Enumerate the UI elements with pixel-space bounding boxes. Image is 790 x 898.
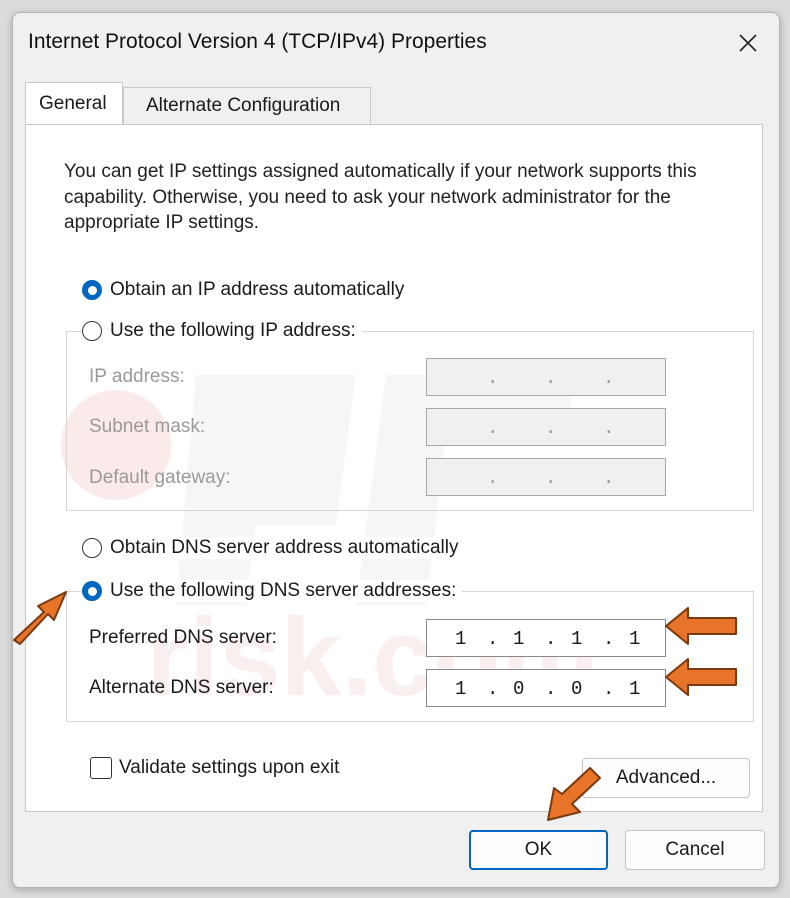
radio-indicator-checked[interactable] [82,280,102,300]
advanced-button[interactable]: Advanced... [582,758,750,798]
close-button[interactable] [727,23,769,63]
obtain-dns-auto-label: Obtain DNS server address automatically [110,537,459,558]
default-gateway-label: Default gateway: [89,467,231,488]
use-following-dns-label: Use the following DNS server addresses: [110,580,457,601]
obtain-dns-auto-radio[interactable]: Obtain DNS server address automatically [82,537,465,559]
validate-settings-checkbox[interactable]: Validate settings upon exit [90,757,339,779]
radio-indicator-checked[interactable] [82,581,102,601]
ip-address-label: IP address: [89,366,185,387]
octet: 0 [571,678,583,700]
use-following-ip-radio[interactable]: Use the following IP address: [82,320,362,342]
octet: 0 [513,678,525,700]
ok-button[interactable]: OK [469,830,608,870]
validate-settings-label: Validate settings upon exit [119,757,340,778]
default-gateway-field[interactable]: ... [426,458,666,496]
ip-address-field[interactable]: ... [426,358,666,396]
tab-alternate-configuration[interactable]: Alternate Configuration [123,87,371,124]
obtain-ip-auto-label: Obtain an IP address automatically [110,279,405,300]
close-icon [739,34,757,52]
general-tab-panel: risk.com You can get IP settings assigne… [25,124,763,812]
octet: 1 [629,628,641,650]
octet: 1 [571,628,583,650]
window-title: Internet Protocol Version 4 (TCP/IPv4) P… [28,30,487,53]
subnet-mask-field[interactable]: ... [426,408,666,446]
obtain-ip-auto-radio[interactable]: Obtain an IP address automatically [82,279,411,301]
radio-indicator[interactable] [82,321,102,341]
tab-general[interactable]: General [25,82,123,124]
alternate-dns-field[interactable]: 1 . 0 . 0 . 1 [426,669,666,707]
use-following-ip-label: Use the following IP address: [110,320,356,341]
octet: 1 [513,628,525,650]
properties-dialog: Internet Protocol Version 4 (TCP/IPv4) P… [12,12,780,888]
preferred-dns-field[interactable]: 1 . 1 . 1 . 1 [426,619,666,657]
subnet-mask-label: Subnet mask: [89,416,206,437]
octet: 1 [629,678,641,700]
intro-text: You can get IP settings assigned automat… [64,161,697,233]
use-following-dns-radio[interactable]: Use the following DNS server addresses: [82,580,463,602]
alternate-dns-label: Alternate DNS server: [89,677,274,698]
radio-indicator[interactable] [82,538,102,558]
checkbox-indicator[interactable] [90,757,112,779]
octet: 1 [455,628,467,650]
preferred-dns-label: Preferred DNS server: [89,627,277,648]
octet: 1 [455,678,467,700]
title-bar: Internet Protocol Version 4 (TCP/IPv4) P… [13,13,779,73]
cancel-button[interactable]: Cancel [625,830,765,870]
